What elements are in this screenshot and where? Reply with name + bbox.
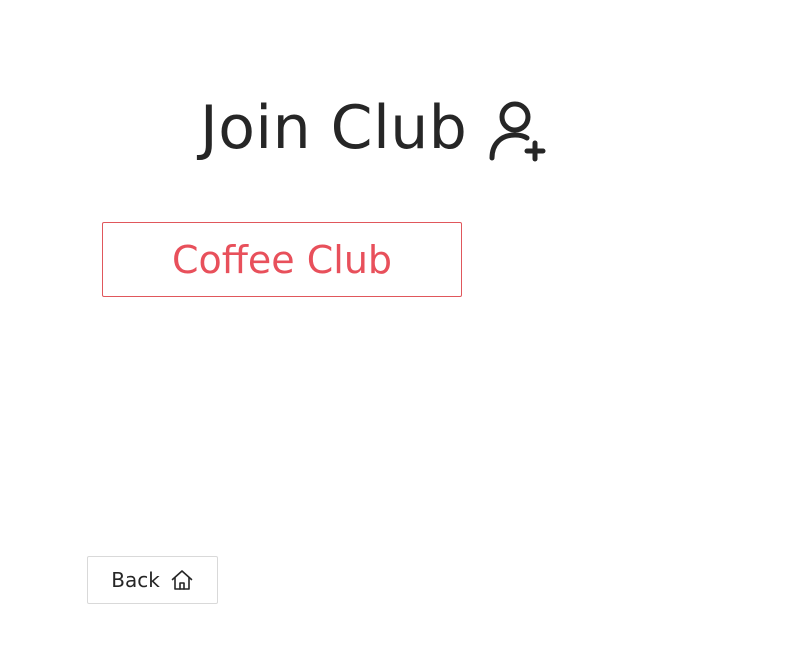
page-header: Join Club (200, 92, 547, 164)
back-button[interactable]: Back (87, 556, 218, 604)
user-add-icon (489, 100, 547, 162)
back-button-label: Back (111, 568, 160, 592)
club-button-coffee[interactable]: Coffee Club (102, 222, 462, 297)
page-title: Join Club (200, 93, 468, 163)
home-icon (170, 568, 194, 592)
